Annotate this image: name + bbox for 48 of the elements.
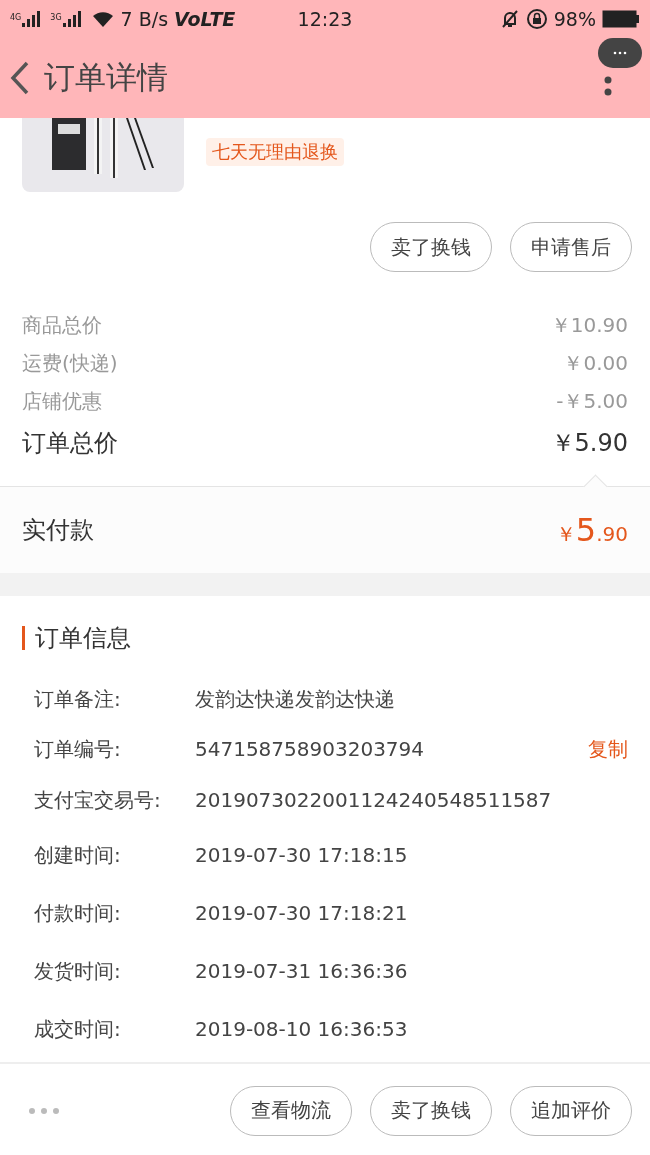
price-label: 商品总价 (22, 311, 102, 339)
back-icon[interactable] (10, 61, 30, 95)
price-value: ￥0.00 (563, 349, 628, 377)
paid-label: 实付款 (22, 515, 94, 546)
action-button[interactable]: 追加评价 (510, 1085, 632, 1136)
info-label: 订单备注: (34, 685, 122, 713)
price-value: ￥10.90 (550, 311, 628, 339)
more-button[interactable] (598, 38, 642, 68)
info-label: 支付宝交易号: (34, 786, 162, 814)
info-value: 2019073022001124240548511587 (195, 788, 553, 812)
price-label: 运费(快递) (22, 349, 118, 377)
info-label: 订单编号: (34, 735, 122, 763)
copy-link[interactable]: 复制 (588, 735, 628, 763)
wifi-icon (90, 10, 115, 28)
action-button[interactable]: 查看物流 (230, 1085, 352, 1136)
action-button[interactable]: 卖了换钱 (370, 1085, 492, 1136)
info-label: 付款时间: (34, 899, 122, 927)
more-icon (613, 51, 627, 55)
action-button[interactable]: 卖了换钱 (370, 222, 492, 272)
network-label: 4G (10, 13, 22, 22)
info-value: 2019-07-30 17:18:15 (195, 843, 409, 867)
network-label: 3G (50, 13, 62, 22)
battery-icon (602, 10, 640, 28)
section-title: 订单信息 (35, 623, 131, 654)
info-value: 547158758903203794 (195, 737, 426, 761)
info-value: 2019-08-10 16:36:53 (195, 1017, 409, 1041)
price-label: 店铺优惠 (22, 387, 102, 415)
network-speed: 7 B/s (120, 8, 169, 30)
info-label: 发货时间: (34, 957, 122, 985)
clock: 12:23 (297, 8, 353, 30)
price-value: ￥5.90 (550, 428, 628, 459)
info-label: 成交时间: (34, 1015, 122, 1043)
page-title: 订单详情 (44, 58, 168, 97)
info-value: 发韵达快递发韵达快递 (195, 685, 396, 713)
paid-amount: ￥5.90 (555, 511, 628, 549)
return-policy-tag: 七天无理由退换 (206, 138, 344, 166)
volte-label: VoLTE (174, 8, 236, 30)
section-marker (22, 626, 25, 650)
battery-percent: 98% (553, 8, 596, 30)
info-label: 创建时间: (34, 841, 122, 869)
price-value: -￥5.00 (556, 387, 628, 415)
rotation-lock-icon (525, 8, 548, 30)
price-label: 订单总价 (22, 428, 118, 459)
info-value: 2019-07-31 16:36:36 (195, 959, 409, 983)
action-button[interactable]: 申请售后 (510, 222, 632, 272)
info-value: 2019-07-30 17:18:21 (195, 901, 409, 925)
bell-muted-icon (499, 9, 520, 29)
menu-icon[interactable] (604, 76, 612, 96)
